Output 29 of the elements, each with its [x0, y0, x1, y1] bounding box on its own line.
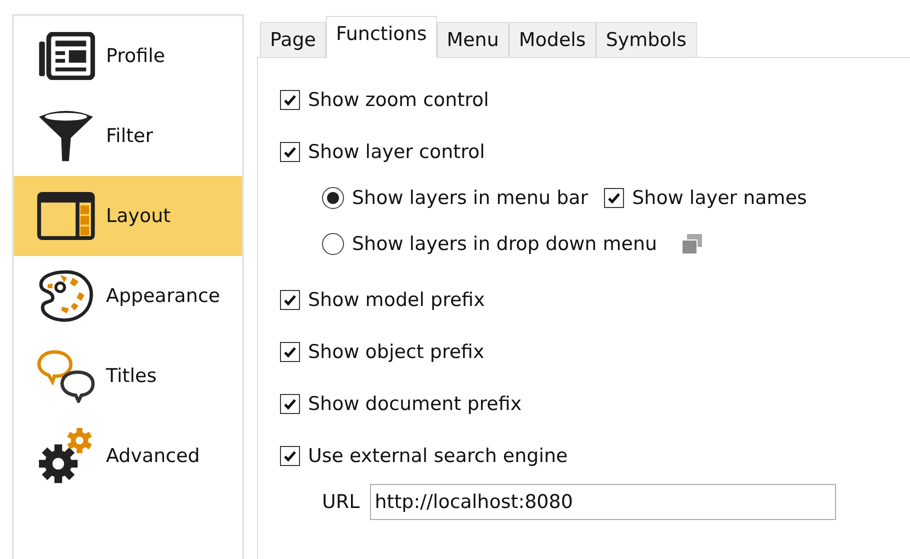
- tab[interactable]: Symbols: [596, 22, 697, 57]
- funnel-icon: [37, 109, 95, 163]
- tab[interactable]: Menu: [436, 22, 509, 57]
- radio-button[interactable]: Show layers in menu bar: [322, 187, 588, 209]
- checkbox[interactable]: Show model prefix: [280, 289, 485, 311]
- sidebar-item[interactable]: Filter: [14, 96, 242, 176]
- checkbox[interactable]: Use external search engine: [280, 445, 568, 467]
- gears-icon: [37, 427, 95, 485]
- checkbox[interactable]: Show document prefix: [280, 393, 522, 415]
- speech-bubbles-icon: [37, 349, 95, 403]
- checkbox[interactable]: Show layer control: [280, 141, 485, 163]
- newspaper-icon: [37, 32, 95, 80]
- layers-icon[interactable]: [681, 233, 704, 255]
- sidebar-item[interactable]: Layout: [14, 176, 242, 256]
- sidebar-item[interactable]: Appearance: [14, 256, 242, 336]
- field-label: URL: [322, 491, 360, 513]
- checkbox[interactable]: Show zoom control: [280, 89, 489, 111]
- tab[interactable]: Page: [260, 22, 326, 57]
- url-field[interactable]: http://localhost:8080: [370, 484, 836, 520]
- sidebar-item[interactable]: Advanced: [14, 416, 242, 496]
- sidebar-item[interactable]: Profile: [14, 16, 242, 96]
- tab[interactable]: Models: [508, 22, 596, 57]
- sidebar-item[interactable]: Titles: [14, 336, 242, 416]
- checkbox[interactable]: Show layer names: [604, 187, 807, 209]
- checkbox[interactable]: Show object prefix: [280, 341, 484, 363]
- radio-button[interactable]: Show layers in drop down menu: [322, 233, 658, 255]
- layout-icon: [37, 192, 95, 240]
- tab[interactable]: Functions: [326, 16, 437, 58]
- palette-icon: [37, 269, 95, 323]
